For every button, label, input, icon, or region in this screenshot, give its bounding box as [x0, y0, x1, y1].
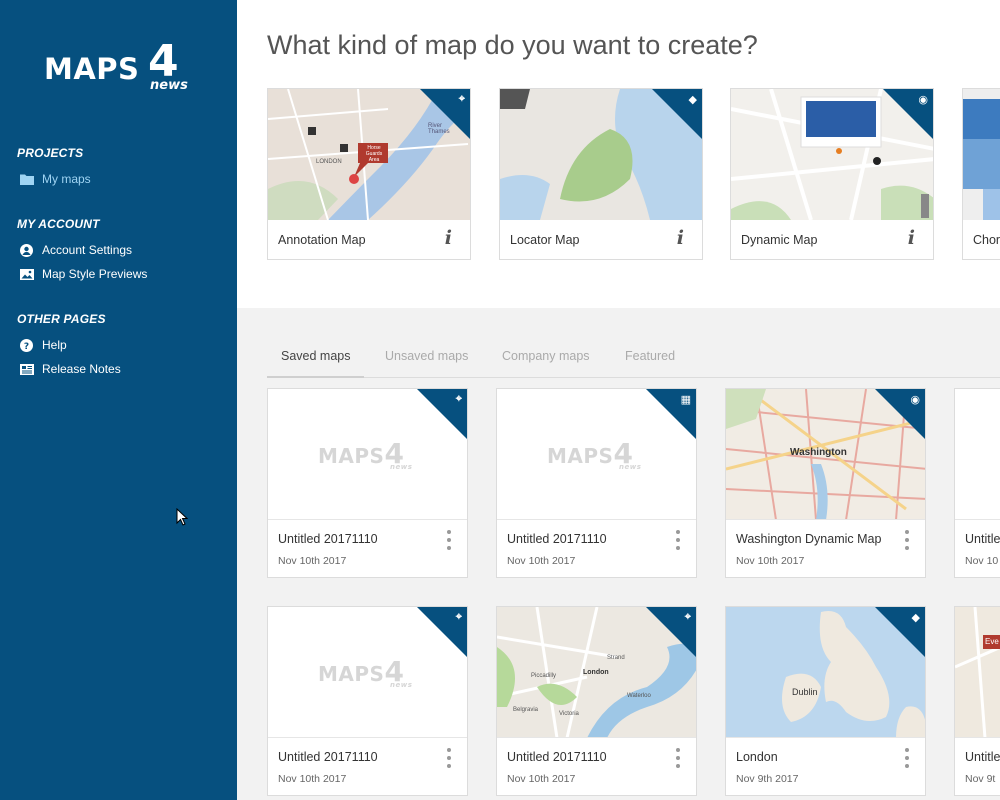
map-date: Nov 10	[965, 555, 999, 567]
thumb-label-washington: Washington	[790, 447, 847, 458]
create-map-section: What kind of map do you want to create? …	[237, 0, 1000, 308]
sidebar-item-release-notes[interactable]: Release Notes	[19, 360, 121, 378]
map-name: Untitle	[965, 532, 1000, 546]
map-type-label: Chor	[973, 233, 1000, 247]
placeholder-logo: MAPS4 news	[547, 437, 642, 471]
map-type-label: Dynamic Map	[741, 233, 818, 247]
sidebar-item-map-style-previews[interactable]: Map Style Previews	[19, 265, 147, 283]
more-options-icon[interactable]	[447, 748, 451, 768]
thumb-label-waterloo: Waterloo	[627, 693, 651, 699]
pin-marker-icon: ⌖	[458, 93, 465, 105]
globe-icon: ◉	[918, 94, 928, 106]
thumb-label-victoria: Victoria	[559, 711, 579, 717]
sidebar-item-help[interactable]: ? Help	[19, 336, 67, 354]
map-name: Untitled 20171110	[278, 532, 378, 546]
tab-company-maps[interactable]: Company maps	[488, 340, 604, 378]
country-shape-icon: ◆	[688, 94, 697, 106]
more-options-icon[interactable]	[905, 748, 909, 768]
page-title: What kind of map do you want to create?	[267, 30, 758, 60]
info-icon[interactable]: i	[677, 227, 684, 249]
thumb-label-piccadilly: Piccadilly	[531, 673, 557, 679]
saved-map-card[interactable]: Untitle Nov 10	[954, 388, 1000, 578]
newspaper-icon	[19, 362, 34, 376]
more-options-icon[interactable]	[676, 530, 680, 550]
saved-map-card[interactable]: MAPS4 news ▦ Untitled 20171110 Nov 10th …	[496, 388, 697, 578]
thumb-label-london: LONDON	[316, 159, 342, 165]
section-other-pages: OTHER PAGES	[17, 312, 106, 326]
map-date: Nov 9t	[965, 773, 996, 785]
saved-map-card[interactable]: Dublin ◆ London Nov 9th 2017	[725, 606, 926, 796]
map-date: Nov 10th 2017	[278, 773, 347, 785]
placeholder-logo: MAPS4 news	[318, 437, 413, 471]
map-date: Nov 9th 2017	[736, 773, 799, 785]
map-name: Untitle	[965, 750, 1000, 764]
image-icon	[19, 267, 34, 281]
pin-marker-icon: ⌖	[455, 393, 462, 405]
placeholder-logo: MAPS4 news	[318, 655, 413, 689]
saved-map-card[interactable]: MAPS4 news ⌖ Untitled 20171110 Nov 10th …	[267, 606, 468, 796]
sidebar-item-label: Map Style Previews	[42, 267, 148, 281]
logo-sub: news	[150, 78, 188, 93]
more-options-icon[interactable]	[447, 530, 451, 550]
country-shape-icon: ◆	[911, 612, 920, 624]
thumb-label-horse-guards: Horse Guards Area	[365, 145, 383, 163]
sidebar-item-label: Account Settings	[42, 243, 133, 257]
map-thumbnail: Eve	[955, 607, 1000, 738]
sidebar: MAPS 4 news PROJECTS My maps MY ACCOUNT …	[0, 0, 237, 800]
section-my-account: MY ACCOUNT	[17, 217, 100, 231]
sidebar-item-my-maps[interactable]: My maps	[19, 170, 91, 188]
map-date: Nov 10th 2017	[278, 555, 347, 567]
mouse-cursor-icon	[176, 508, 188, 526]
saved-map-card[interactable]: Eve Untitle Nov 9t	[954, 606, 1000, 796]
map-name: Untitled 20171110	[507, 532, 607, 546]
map-name: Washington Dynamic Map	[736, 532, 882, 546]
tab-saved-maps[interactable]: Saved maps	[267, 340, 365, 378]
pin-marker-icon: ⌖	[455, 611, 462, 623]
thumb-label-london-map: London	[583, 669, 609, 676]
globe-icon: ◉	[910, 394, 920, 406]
thumb-label-dublin: Dublin	[792, 687, 818, 697]
map-type-label: Locator Map	[510, 233, 580, 247]
pin-marker-icon: ⌖	[684, 611, 691, 623]
info-icon[interactable]: i	[908, 227, 915, 249]
map-date: Nov 10th 2017	[507, 555, 576, 567]
question-circle-icon: ?	[19, 338, 34, 352]
map-name: Untitled 20171110	[278, 750, 378, 764]
info-icon[interactable]: i	[445, 227, 452, 249]
user-circle-icon	[19, 243, 34, 257]
choropleth-icon: ▦	[680, 394, 691, 406]
more-options-icon[interactable]	[676, 748, 680, 768]
more-options-icon[interactable]	[905, 530, 909, 550]
thumb-label-belgravia: Belgravia	[513, 707, 539, 713]
map-type-card-locator[interactable]: ◆ Locator Map i	[499, 88, 703, 260]
svg-text:?: ?	[24, 342, 29, 352]
map-thumbnail	[955, 389, 1000, 520]
folder-icon	[19, 172, 34, 186]
map-date: Nov 10th 2017	[736, 555, 805, 567]
thumb-label-event: Eve	[985, 637, 999, 646]
logo-text: MAPS	[44, 52, 140, 86]
map-type-card-dynamic[interactable]: ◉ Dynamic Map i	[730, 88, 934, 260]
map-type-label: Annotation Map	[278, 233, 366, 247]
map-type-card-choropleth[interactable]: Chor	[962, 88, 1000, 260]
maps4news-logo[interactable]: MAPS 4 news	[44, 40, 194, 96]
saved-map-card[interactable]: MAPS4 news ⌖ Untitled 20171110 Nov 10th …	[267, 388, 468, 578]
map-name: Untitled 20171110	[507, 750, 607, 764]
section-projects: PROJECTS	[17, 146, 84, 160]
tab-featured[interactable]: Featured	[611, 340, 689, 378]
map-name: London	[736, 750, 778, 764]
sidebar-item-account-settings[interactable]: Account Settings	[19, 241, 132, 259]
saved-maps-tabs: Saved maps Unsaved maps Company maps Fea…	[267, 340, 1000, 378]
sidebar-item-label: Release Notes	[42, 362, 121, 376]
sidebar-item-label: My maps	[42, 172, 91, 186]
saved-map-card[interactable]: Washington ◉ Washington Dynamic Map Nov …	[725, 388, 926, 578]
map-thumbnail	[963, 89, 1000, 220]
map-type-card-annotation[interactable]: LONDON River Thames Horse Guards Area ⌖ …	[267, 88, 471, 260]
map-date: Nov 10th 2017	[507, 773, 576, 785]
tab-unsaved-maps[interactable]: Unsaved maps	[371, 340, 482, 378]
saved-map-card[interactable]: London Strand Waterloo Piccadilly Belgra…	[496, 606, 697, 796]
sidebar-item-label: Help	[42, 338, 67, 352]
thumb-label-strand: Strand	[607, 655, 625, 661]
